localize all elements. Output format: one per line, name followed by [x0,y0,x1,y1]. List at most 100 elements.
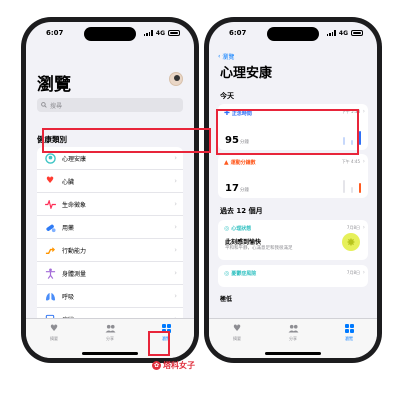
mindful-plus-icon: ✚ [224,109,230,117]
card-time: 下午 4:45 [341,159,360,164]
mindful-minutes-card[interactable]: ✚ 正念時間 下午 5:38 › 95分鐘 [218,104,368,150]
chevron-right-icon: › [174,269,177,277]
card-date: 7月8日 [346,225,360,230]
back-button[interactable]: ‹ 瀏覽 [218,52,234,61]
card-title: 運動分鐘數 [230,160,256,166]
chevron-right-icon: › [362,158,365,165]
status-indicators: 4G [143,30,180,37]
card-header: ▲ 運動分鐘數 [224,159,256,166]
home-indicator [265,352,321,355]
card-value: 17分鐘 [225,183,249,194]
category-body-measurements[interactable]: 身體測量 › [37,262,183,285]
mindful-value: 95 [225,135,239,146]
past-12-months-label: 過去 12 個月 [220,207,263,215]
card-header: ◎ 心理狀態 [224,225,251,232]
today-section-label: 今天 [220,92,234,100]
mini-bar [343,137,345,145]
grid-icon [344,324,354,334]
category-label: 行動能力 [62,247,87,255]
category-medications[interactable]: 用藥 › [37,216,183,239]
pleasant-star-icon: ✸ [342,233,360,251]
category-label: 心臟 [62,178,75,186]
tab-label: 分享 [289,336,297,341]
category-label: 呼吸 [62,293,75,301]
chevron-right-icon: › [362,108,365,115]
chevron-right-icon: › [362,224,365,231]
tab-summary[interactable]: ♥ 摘要 [220,324,254,358]
watermark-text: 塔科女子 [163,361,195,370]
tab-summary[interactable]: ♥ 摘要 [37,324,71,358]
exercise-minutes-card[interactable]: ▲ 運動分鐘數 下午 4:45 › 17分鐘 [218,154,368,198]
page-title: 心理安康 [220,66,273,81]
state-subtitle: 平和和平靜，心滿意足和我很滿足 [225,246,293,251]
category-label: 心理安康 [62,155,87,163]
card-time: 下午 5:38 [341,109,360,114]
lungs-icon [44,290,56,302]
mind-icon [44,152,56,164]
depression-risk-value: 極低 [220,296,233,303]
mind-icon: ◎ [224,225,230,232]
search-placeholder: 搜尋 [50,102,63,110]
chevron-right-icon: › [174,200,177,208]
category-vitals[interactable]: 生命徵象 › [37,193,183,216]
right-phone-screen: 6:07 4G ‹ 瀏覽 心理安康 今天 ✚ 正念時間 下午 5:38 › 95… [209,22,377,358]
mobility-icon [44,244,56,256]
chevron-right-icon: › [362,269,365,276]
exercise-unit: 分鐘 [239,188,249,193]
chevron-right-icon: › [174,223,177,231]
exercise-value: 17 [225,183,239,194]
search-input[interactable]: 搜尋 [37,98,183,112]
mini-bar [351,140,353,145]
pills-icon [44,221,56,233]
card-title: 憂鬱症風險 [231,271,257,277]
tab-label: 摘要 [233,336,241,341]
tab-label: 瀏覽 [345,336,353,341]
avatar[interactable] [169,72,183,86]
category-label: 生命徵象 [62,201,87,209]
left-phone-screen: 6:07 4G 瀏覽 搜尋 健康類別 心理安康 › ♥ 心臟 › 生命徵象 › … [26,22,194,358]
body-icon [44,267,56,279]
right-phone-frame: 6:07 4G ‹ 瀏覽 心理安康 今天 ✚ 正念時間 下午 5:38 › 95… [204,17,382,363]
section-label: 健康類別 [37,135,67,144]
tab-label: 摘要 [50,336,58,341]
chevron-left-icon: ‹ [218,53,221,60]
category-mobility[interactable]: 行動能力 › [37,239,183,262]
card-header: ◎ 憂鬱症風險 [224,270,256,277]
tab-label: 瀏覽 [162,336,170,341]
card-date: 7月8日 [346,270,360,275]
tab-browse[interactable]: 瀏覽 [149,324,183,358]
mindful-unit: 分鐘 [239,140,249,145]
network-type: 4G [338,29,348,37]
mini-bar [359,131,361,145]
mini-bar [343,180,345,193]
category-heart[interactable]: ♥ 心臟 › [37,170,183,193]
grid-icon [161,324,171,334]
heart-icon: ♥ [45,176,55,186]
people-icon [288,324,299,334]
mini-bar [351,187,353,193]
left-phone-frame: 6:07 4G 瀏覽 搜尋 健康類別 心理安康 › ♥ 心臟 › 生命徵象 › … [21,17,199,363]
people-icon [105,324,116,334]
category-label: 用藥 [62,224,75,232]
heart-icon: ♥ [49,324,59,334]
depression-risk-card[interactable]: ◎ 憂鬱症風險 7月8日 › [218,265,368,287]
flame-icon: ▲ [224,159,229,166]
search-icon [41,102,47,108]
tab-browse[interactable]: 瀏覽 [332,324,366,358]
back-label: 瀏覽 [222,54,235,61]
category-respiratory[interactable]: 呼吸 › [37,285,183,308]
watermark: ✿ 塔科女子 [152,360,195,371]
state-of-mind-card[interactable]: ◎ 心理狀態 7月8日 › 此刻感到愉快 平和和平靜，心滿意足和我很滿足 ✸ [218,220,368,260]
mini-bar [359,183,361,193]
chevron-right-icon: › [174,154,177,162]
dynamic-island [84,27,136,41]
watermark-logo-icon: ✿ [152,361,161,370]
card-title: 心理狀態 [231,226,252,232]
card-header: ✚ 正念時間 [224,109,252,117]
category-mental-wellbeing[interactable]: 心理安康 › [37,147,183,170]
status-indicators: 4G [326,29,363,37]
heart-icon: ♥ [232,324,242,334]
dynamic-island [267,27,319,41]
card-title: 正念時間 [231,110,252,117]
vitals-icon [44,198,56,210]
